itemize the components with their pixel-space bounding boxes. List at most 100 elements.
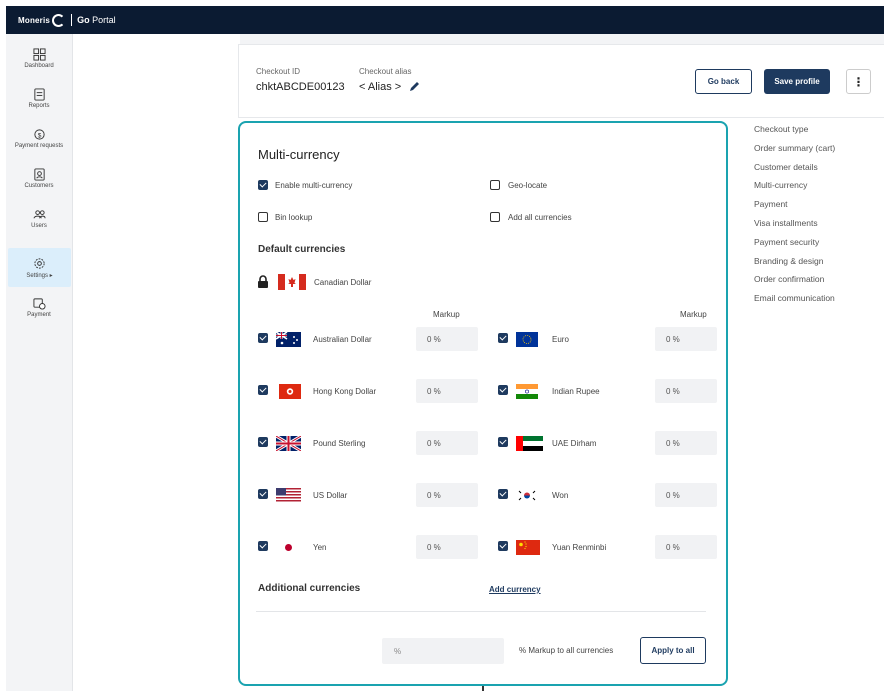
sidebar-item-settings[interactable]: Settings ▸	[8, 248, 71, 287]
currency-name: Won	[552, 491, 569, 500]
edit-pencil-icon[interactable]	[409, 80, 421, 92]
enable-multi-currency-checkbox[interactable]	[258, 180, 268, 190]
menu-item-order-confirmation[interactable]: Order confirmation	[754, 274, 835, 293]
sidebar-item-label: Reports	[28, 103, 50, 109]
menu-item-visa-installments[interactable]: Visa installments	[754, 218, 835, 237]
checkout-header: Checkout ID chktABCDE00123 Checkout alia…	[238, 44, 884, 118]
currency-checkbox[interactable]	[498, 385, 508, 395]
markup-input[interactable]: 0 %	[416, 431, 478, 455]
sidebar-item-customers[interactable]: Customers	[6, 168, 72, 208]
markup-header-right: Markup	[680, 310, 707, 319]
currency-checkbox[interactable]	[258, 385, 268, 395]
brand-name: Moneris	[18, 15, 51, 25]
checkout-alias-label: Checkout alias	[359, 67, 412, 76]
settings-icon	[34, 257, 45, 269]
currency-name: Hong Kong Dollar	[313, 387, 377, 396]
markup-input[interactable]: 0 %	[655, 431, 717, 455]
currency-checkbox[interactable]	[258, 541, 268, 551]
sidebar-item-label: Dashboard	[24, 63, 54, 69]
markup-all-label: % Markup to all currencies	[519, 646, 614, 655]
sidebar: Dashboard Reports $ Payment requests Cus…	[6, 34, 73, 691]
eu-flag-icon	[516, 332, 538, 347]
menu-item-branding-design[interactable]: Branding & design	[754, 256, 835, 275]
add-currency-link[interactable]: Add currency	[489, 585, 541, 594]
currency-checkbox[interactable]	[498, 489, 508, 499]
currency-name: Yuan Renminbi	[552, 543, 607, 552]
top-bar: Moneris Go Portal	[6, 6, 884, 34]
currency-checkbox[interactable]	[498, 333, 508, 343]
currency-name: Indian Rupee	[552, 387, 600, 396]
us-flag-icon	[276, 488, 301, 503]
markup-header-left: Markup	[433, 310, 460, 319]
menu-item-order-summary[interactable]: Order summary (cart)	[754, 143, 835, 162]
markup-all-input[interactable]: %	[382, 638, 504, 664]
uae-flag-icon	[516, 436, 543, 451]
sidebar-item-label: Payment requests	[14, 143, 64, 149]
dashboard-icon	[32, 48, 46, 61]
currency-checkbox[interactable]	[258, 489, 268, 499]
japan-flag-icon	[276, 540, 301, 555]
payment-icon	[32, 298, 46, 310]
more-options-button[interactable]: ⋮	[846, 69, 871, 94]
markup-input[interactable]: 0 %	[416, 483, 478, 507]
portal-name: Go Portal	[77, 15, 116, 25]
checkout-id-label: Checkout ID	[256, 67, 301, 76]
markup-input[interactable]: 0 %	[655, 483, 717, 507]
geo-locate-label: Geo-locate	[508, 181, 548, 190]
default-currency-name: Canadian Dollar	[314, 278, 372, 287]
korea-flag-icon	[516, 488, 538, 503]
currency-name: Yen	[313, 543, 327, 552]
canada-flag-icon	[278, 274, 306, 290]
menu-item-payment[interactable]: Payment	[754, 199, 835, 218]
moneris-logo-icon	[52, 13, 66, 27]
add-all-currencies-label: Add all currencies	[508, 213, 572, 222]
china-flag-icon	[516, 540, 540, 555]
menu-item-multi-currency[interactable]: Multi-currency	[754, 180, 835, 199]
currency-checkbox[interactable]	[258, 437, 268, 447]
menu-item-payment-security[interactable]: Payment security	[754, 237, 835, 256]
india-flag-icon	[516, 384, 538, 399]
markup-input[interactable]: 0 %	[655, 535, 717, 559]
menu-item-customer-details[interactable]: Customer details	[754, 162, 835, 181]
bin-lookup-checkbox[interactable]	[258, 212, 268, 222]
markup-input[interactable]: 0 %	[655, 327, 717, 351]
save-profile-button[interactable]: Save profile	[764, 69, 830, 94]
apply-to-all-button[interactable]: Apply to all	[640, 637, 706, 664]
currency-checkbox[interactable]	[258, 333, 268, 343]
section-menu: Checkout type Order summary (cart) Custo…	[754, 124, 835, 312]
markup-input[interactable]: 0 %	[416, 535, 478, 559]
currency-checkbox[interactable]	[498, 437, 508, 447]
currency-name: Euro	[552, 335, 569, 344]
panel-pointer-line	[482, 686, 484, 691]
payment-requests-icon: $	[33, 129, 45, 140]
svg-text:$: $	[37, 132, 41, 139]
currency-name: Pound Sterling	[313, 439, 366, 448]
markup-input[interactable]: 0 %	[655, 379, 717, 403]
menu-item-checkout-type[interactable]: Checkout type	[754, 124, 835, 143]
multi-currency-panel: Multi-currency Enable multi-currency Geo…	[238, 121, 728, 686]
panel-divider	[256, 611, 706, 612]
sidebar-item-payment-requests[interactable]: $ Payment requests	[6, 128, 72, 168]
additional-currencies-heading: Additional currencies	[258, 583, 361, 594]
reports-icon	[33, 88, 45, 101]
currency-name: UAE Dirham	[552, 439, 597, 448]
lock-icon	[258, 275, 268, 288]
sidebar-item-users[interactable]: Users	[6, 208, 72, 248]
go-back-button[interactable]: Go back	[695, 69, 752, 94]
markup-input[interactable]: 0 %	[416, 379, 478, 403]
customers-icon	[33, 168, 45, 181]
sidebar-item-dashboard[interactable]: Dashboard	[6, 48, 72, 88]
geo-locate-checkbox[interactable]	[490, 180, 500, 190]
sidebar-item-reports[interactable]: Reports	[6, 88, 72, 128]
checkout-id-value: chktABCDE00123	[256, 81, 345, 93]
markup-input[interactable]: 0 %	[416, 327, 478, 351]
currency-checkbox[interactable]	[498, 541, 508, 551]
enable-multi-currency-label: Enable multi-currency	[275, 181, 353, 190]
bin-lookup-label: Bin lookup	[275, 213, 313, 222]
sidebar-item-payment[interactable]: Payment	[6, 297, 72, 337]
menu-item-email-communication[interactable]: Email communication	[754, 293, 835, 312]
sidebar-item-label: Users	[31, 223, 47, 229]
currency-name: US Dollar	[313, 491, 348, 500]
brand-divider	[71, 14, 73, 26]
add-all-currencies-checkbox[interactable]	[490, 212, 500, 222]
